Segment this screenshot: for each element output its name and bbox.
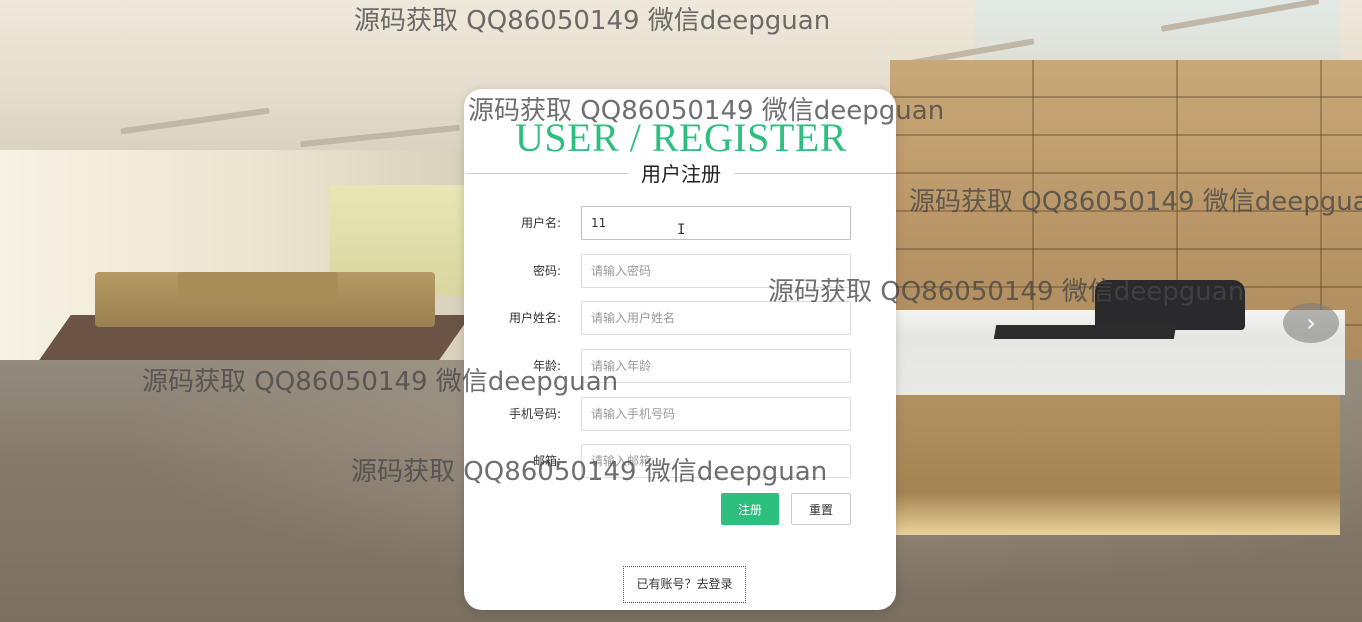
age-input[interactable] [581, 349, 851, 383]
username-input[interactable] [581, 206, 851, 240]
go-login-link[interactable]: 已有账号？去登录 [623, 566, 746, 603]
password-label: 密码: [532, 264, 561, 278]
text-cursor-icon: I [677, 222, 686, 238]
sofa-back [178, 272, 338, 306]
age-label: 年龄: [532, 359, 561, 373]
form-row-password: 密码: [464, 254, 896, 288]
reception-desk-front [895, 395, 1340, 535]
office-chair [1095, 280, 1245, 330]
carousel-next-button[interactable]: › [1283, 303, 1339, 343]
email-input[interactable] [581, 444, 851, 478]
realname-input[interactable] [581, 301, 851, 335]
register-button[interactable]: 注册 [721, 493, 779, 525]
desk-monitor [993, 325, 1177, 339]
page-title-en: USER / REGISTER [515, 115, 847, 160]
form-row-email: 邮箱: [464, 444, 896, 478]
reset-button[interactable]: 重置 [791, 493, 851, 525]
realname-label: 用户姓名: [508, 311, 561, 325]
password-input[interactable] [581, 254, 851, 288]
username-label: 用户名: [520, 216, 561, 230]
form-row-phone: 手机号码: [464, 397, 896, 431]
phone-input[interactable] [581, 397, 851, 431]
chevron-right-icon: › [1306, 309, 1316, 337]
page-title-cn: 用户注册 [628, 160, 734, 190]
form-row-realname: 用户姓名: [464, 301, 896, 335]
form-row-age: 年龄: [464, 349, 896, 383]
phone-label: 手机号码: [508, 407, 561, 421]
email-label: 邮箱: [532, 454, 561, 468]
